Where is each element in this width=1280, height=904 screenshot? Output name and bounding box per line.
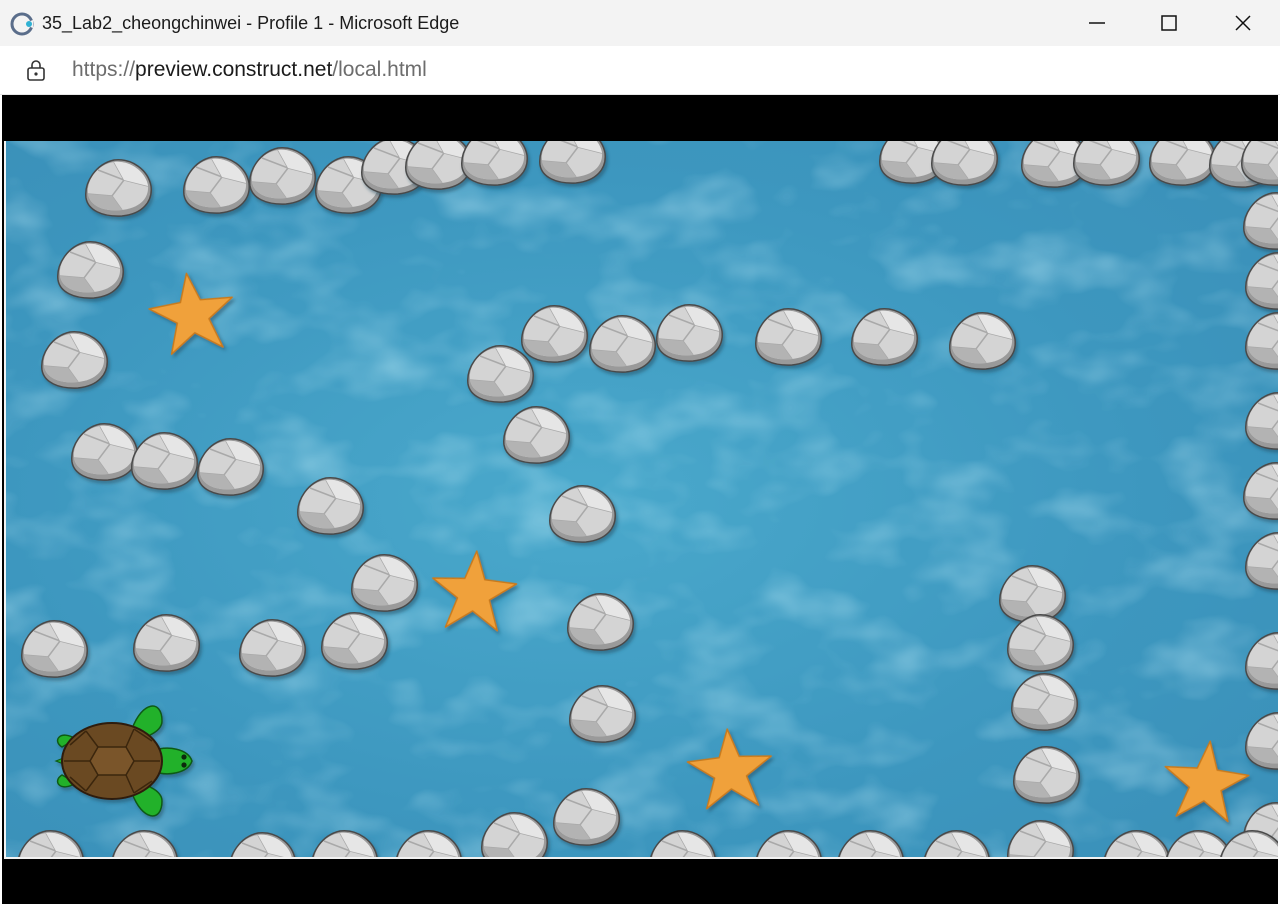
minimize-icon — [1089, 22, 1105, 24]
address-bar: https://preview.construct.net/local.html — [0, 46, 1280, 95]
close-icon — [1235, 15, 1251, 31]
water-caustics — [6, 141, 1278, 857]
window-title: 35_Lab2_cheongchinwei - Profile 1 - Micr… — [42, 13, 460, 33]
lock-icon[interactable] — [24, 58, 48, 82]
game-canvas[interactable] — [4, 141, 1278, 859]
url-field[interactable]: https://preview.construct.net/local.html — [72, 58, 427, 82]
edge-refresh-icon — [10, 12, 34, 36]
rock — [539, 141, 606, 184]
rock — [931, 141, 998, 186]
url-host: preview.construct.net — [135, 58, 333, 81]
minimize-button[interactable] — [1062, 0, 1132, 46]
maximize-icon — [1161, 15, 1177, 31]
close-button[interactable] — [1208, 0, 1278, 46]
url-prefix: https:// — [72, 58, 136, 81]
rock — [1149, 141, 1216, 186]
maximize-button[interactable] — [1134, 0, 1204, 46]
url-path: /local.html — [332, 58, 427, 81]
rock — [1073, 141, 1140, 186]
title-bar: 35_Lab2_cheongchinwei - Profile 1 - Micr… — [0, 0, 1280, 47]
page-viewport — [2, 95, 1278, 904]
game-scene — [6, 141, 1278, 857]
rock — [461, 141, 528, 186]
